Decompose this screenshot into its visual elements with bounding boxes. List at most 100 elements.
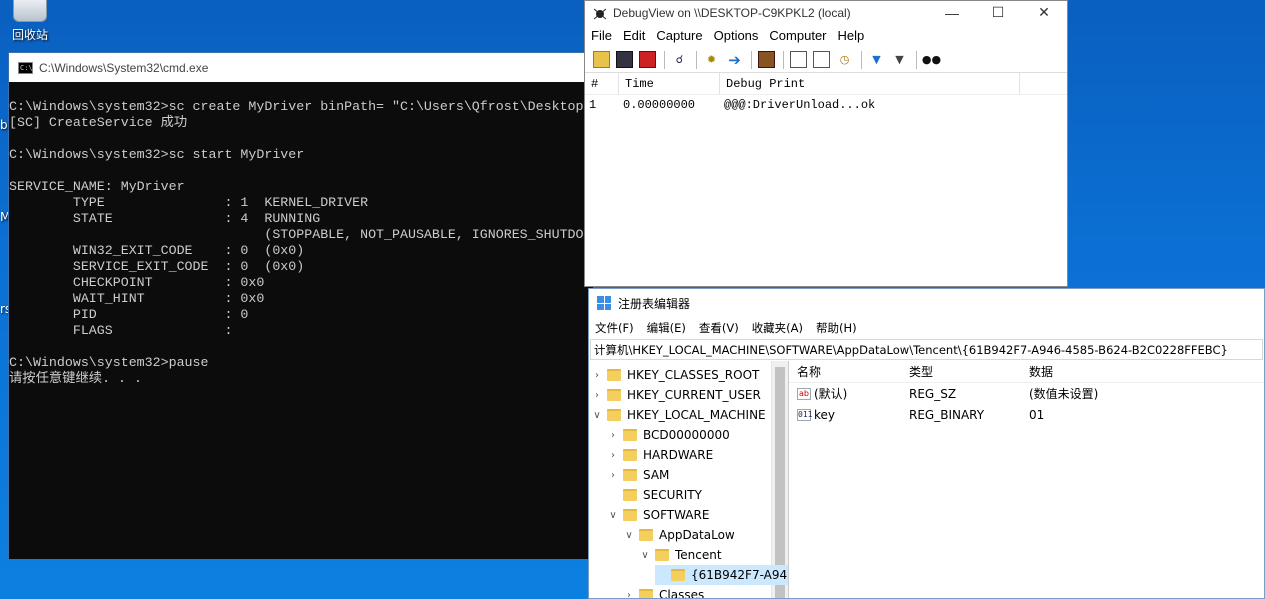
chevron-right-icon[interactable]: › [591, 370, 603, 381]
tree-scrollbar[interactable] [771, 361, 788, 598]
menu-file[interactable]: 文件(F) [595, 320, 634, 336]
menu-edit[interactable]: 编辑(E) [647, 320, 686, 336]
close-button[interactable]: ✕ [1021, 1, 1067, 24]
col-debug-print[interactable]: Debug Print [720, 73, 1020, 94]
value-row[interactable]: ab (默认) REG_SZ (数值未设置) [789, 383, 1264, 404]
chevron-right-icon[interactable]: › [623, 590, 635, 599]
capture-icon[interactable]: ✹ [703, 51, 720, 68]
clear-icon[interactable] [639, 51, 656, 68]
address-bar[interactable]: 计算机\HKEY_LOCAL_MACHINE\SOFTWARE\AppDataL… [590, 339, 1263, 360]
debugview-window[interactable]: DebugView on \\DESKTOP-C9KPKL2 (local) —… [584, 0, 1068, 287]
col-num[interactable]: # [585, 73, 619, 94]
debugview-titlebar[interactable]: DebugView on \\DESKTOP-C9KPKL2 (local) —… [585, 1, 1067, 24]
col-name[interactable]: 名称 [789, 363, 909, 380]
save-icon[interactable] [616, 51, 633, 68]
cmd-title: C:\Windows\System32\cmd.exe [39, 60, 209, 75]
tree-item-label: HKEY_CLASSES_ROOT [627, 368, 760, 382]
tree-item-label: HKEY_LOCAL_MACHINE [627, 408, 766, 422]
folder-icon [607, 409, 621, 421]
console-line: PID : 0 [9, 307, 249, 322]
tree-item-label: BCD00000000 [643, 428, 730, 442]
open-icon[interactable] [593, 51, 610, 68]
folder-icon [639, 589, 653, 598]
arrow-right-icon[interactable]: ➔ [726, 51, 743, 69]
regedit-icon [597, 296, 611, 310]
tree-item[interactable]: SECURITY [607, 485, 702, 505]
chevron-down-icon[interactable]: ∨ [591, 410, 603, 421]
folder-icon [623, 489, 637, 501]
maximize-button[interactable]: ☐ [975, 1, 1021, 24]
recycle-bin-icon [13, 0, 47, 22]
value-name: key [814, 407, 836, 422]
chevron-right-icon[interactable]: › [607, 470, 619, 481]
history-icon[interactable] [813, 51, 830, 68]
table-row[interactable]: 1 0.00000000 @@@:DriverUnload...ok [585, 95, 1067, 115]
search-icon[interactable]: ☌ [671, 51, 688, 68]
tree-item[interactable]: ∨ HKEY_LOCAL_MACHINE [591, 405, 766, 425]
cmd-window[interactable]: C:\ C:\Windows\System32\cmd.exe C:\Windo… [8, 52, 594, 560]
toolbar-separator [861, 50, 862, 69]
menu-help[interactable]: 帮助(H) [816, 320, 857, 336]
highlight-icon[interactable]: ▼ [891, 51, 908, 68]
chevron-down-icon[interactable]: ∨ [623, 530, 635, 541]
chevron-down-icon[interactable]: ∨ [639, 550, 651, 561]
console-line: TYPE : 1 KERNEL_DRIVER [9, 195, 369, 210]
cmd-icon: C:\ [18, 61, 33, 74]
console-line: C:\Windows\system32>sc start MyDriver [9, 147, 305, 162]
col-type[interactable]: 类型 [909, 363, 1029, 380]
col-data[interactable]: 数据 [1029, 363, 1179, 380]
tree-item[interactable]: ∨ AppDataLow [623, 525, 734, 545]
console-line: CHECKPOINT : 0x0 [9, 275, 265, 290]
menu-help[interactable]: Help [838, 28, 865, 43]
minimize-button[interactable]: — [929, 1, 975, 24]
tree-item[interactable]: › Classes [623, 585, 704, 598]
tree-item[interactable]: › BCD00000000 [607, 425, 730, 445]
value-row[interactable]: 011 key REG_BINARY 01 [789, 404, 1264, 425]
options-icon[interactable] [790, 51, 807, 68]
tree-item[interactable]: › HKEY_CLASSES_ROOT [591, 365, 759, 385]
tree-item[interactable]: › HKEY_CURRENT_USER [591, 385, 761, 405]
menu-edit[interactable]: Edit [623, 28, 645, 43]
console-output[interactable]: C:\Windows\system32>sc create MyDriver b… [9, 82, 593, 560]
scrollbar-thumb[interactable] [775, 367, 785, 598]
menu-options[interactable]: Options [714, 28, 759, 43]
value-data: 01 [1029, 407, 1045, 422]
folder-icon [655, 549, 669, 561]
regedit-window[interactable]: 注册表编辑器 文件(F) 编辑(E) 查看(V) 收藏夹(A) 帮助(H) 计算… [588, 288, 1265, 599]
registry-tree[interactable]: › HKEY_CLASSES_ROOT › HKEY_CURRENT_USER ∨ HKE… [589, 361, 789, 598]
chevron-right-icon[interactable]: › [607, 450, 619, 461]
tree-item-label: SOFTWARE [643, 508, 710, 522]
folder-icon [607, 389, 621, 401]
find-icon[interactable]: ●● [922, 51, 941, 68]
menu-file[interactable]: File [591, 28, 612, 43]
filter-icon[interactable]: ▼ [868, 51, 885, 68]
chevron-down-icon[interactable]: ∨ [607, 510, 619, 521]
row-time: 0.00000000 [623, 98, 696, 112]
values-pane[interactable]: 名称 类型 数据 ab (默认) REG_SZ (数值未设置) 011 key … [789, 361, 1264, 598]
console-line: WIN32_EXIT_CODE : 0 (0x0) [9, 243, 305, 258]
menu-view[interactable]: 查看(V) [699, 320, 739, 336]
value-type: REG_BINARY [909, 407, 985, 422]
value-name: (默认) [814, 387, 848, 401]
tree-item[interactable]: ∨ Tencent [639, 545, 721, 565]
value-data: (数值未设置) [1029, 387, 1099, 401]
values-header: 名称 类型 数据 [789, 361, 1264, 383]
recycle-bin-label: 回收站 [11, 28, 48, 42]
menu-capture[interactable]: Capture [656, 28, 702, 43]
cmd-titlebar[interactable]: C:\ C:\Windows\System32\cmd.exe [9, 53, 593, 82]
menu-computer[interactable]: Computer [769, 28, 826, 43]
console-line: WAIT_HINT : 0x0 [9, 291, 265, 306]
kernel-icon[interactable] [758, 51, 775, 68]
chevron-right-icon[interactable]: › [591, 390, 603, 401]
tree-item[interactable]: {61B942F7-A946- [655, 565, 788, 585]
clock-icon[interactable]: ◷ [836, 51, 853, 68]
regedit-titlebar[interactable]: 注册表编辑器 [589, 289, 1264, 317]
chevron-right-icon[interactable]: › [607, 430, 619, 441]
tree-item[interactable]: › SAM [607, 465, 669, 485]
col-time[interactable]: Time [619, 73, 720, 94]
recycle-bin[interactable]: 回收站 [6, 0, 54, 43]
tree-item[interactable]: › HARDWARE [607, 445, 713, 465]
tree-item[interactable]: ∨ SOFTWARE [607, 505, 709, 525]
menu-favorites[interactable]: 收藏夹(A) [752, 320, 803, 336]
